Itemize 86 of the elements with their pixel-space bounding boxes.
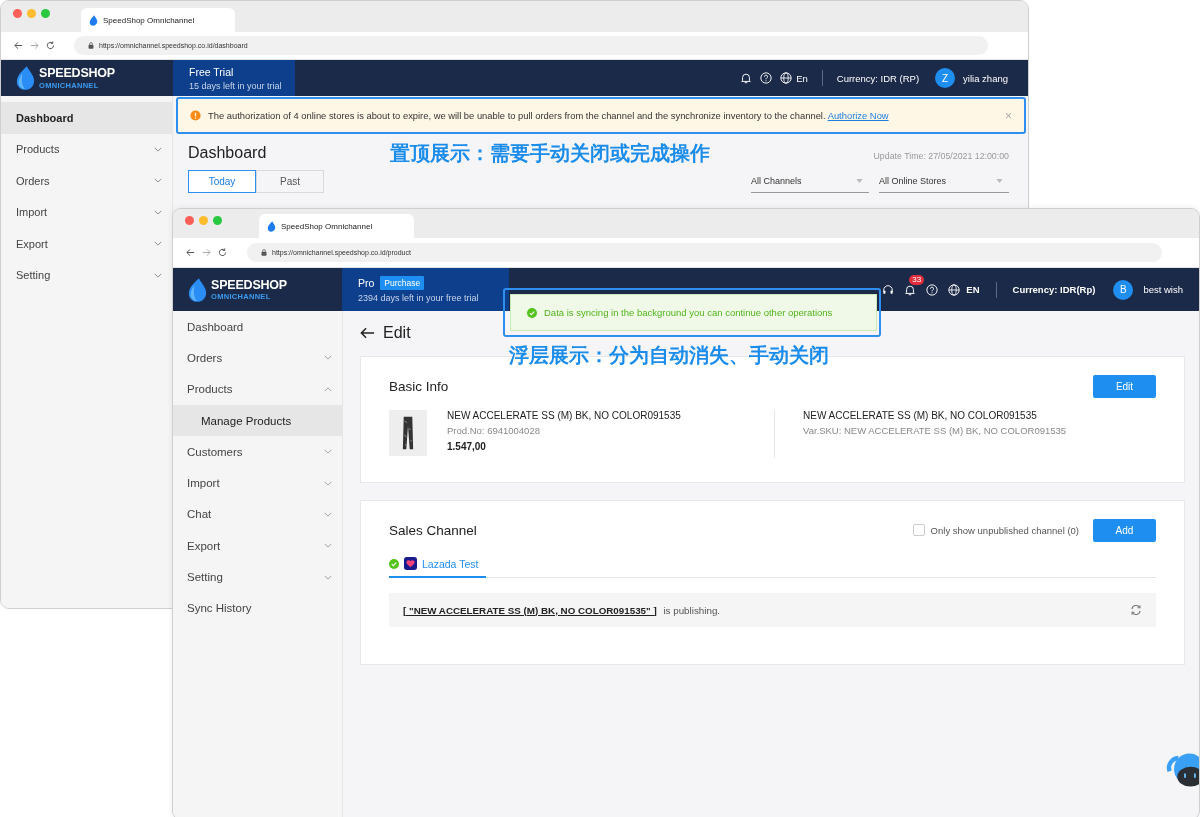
browser-tab[interactable]: SpeedShop Omnichannel [81, 8, 235, 32]
filter-select[interactable]: All Channels [751, 170, 869, 193]
sidebar-item[interactable]: Setting [173, 561, 342, 593]
product-link[interactable]: [ "NEW ACCELERATE SS (M) BK, NO COLOR091535" ] [403, 604, 657, 616]
warning-icon [190, 110, 201, 121]
back-arrow-icon[interactable] [14, 41, 23, 50]
product-number: Prod.No: 6941004028 [447, 425, 541, 436]
droplet-logo-icon [89, 14, 98, 26]
authorize-link[interactable]: Authorize Now [827, 110, 889, 121]
sidebar-item[interactable]: Dashboard [1, 102, 172, 134]
droplet-logo-icon [187, 277, 207, 302]
globe-icon[interactable] [780, 72, 793, 84]
annotation-text: 置顶展示：需要手动关闭或完成操作 [390, 141, 710, 166]
heart-store-icon [404, 557, 417, 570]
check-circle-icon [389, 558, 399, 569]
user-name[interactable]: yilia zhang [963, 72, 1008, 84]
caret-icon [856, 179, 863, 183]
maximize-dot-icon[interactable] [213, 216, 222, 225]
product-photo-placeholder [389, 410, 427, 456]
language-selector[interactable]: EN [966, 284, 980, 295]
currency-selector[interactable]: Currency: IDR(Rp) [1012, 284, 1096, 295]
sidebar-item[interactable]: Setting [1, 259, 172, 291]
annotation-text: 浮层展示：分为自动消失、手动关闭 [509, 343, 829, 368]
minimize-dot-icon[interactable] [27, 9, 36, 18]
close-dot-icon[interactable] [13, 9, 22, 18]
droplet-logo-icon [15, 66, 35, 90]
update-time: Update Time: 27/05/2021 12:00:00 [873, 151, 1009, 161]
maximize-dot-icon[interactable] [41, 9, 50, 18]
help-icon[interactable] [926, 283, 939, 296]
lock-icon [261, 249, 267, 256]
language-selector[interactable]: En [796, 72, 808, 84]
caret-icon [996, 179, 1003, 183]
page-title: Dashboard [188, 144, 267, 162]
variant-sku: Var.SKU: NEW ACCELERATE SS (M) BK, NO COLOR091535 [803, 425, 1067, 436]
plan-name: Pro [358, 277, 375, 289]
sidebar-item[interactable]: Products [1, 133, 172, 165]
toast-message: Data is syncing in the background you can continue other operations [544, 307, 833, 318]
trial-note: 15 days left in your trial [189, 80, 283, 91]
sidebar-item[interactable]: Dashboard [173, 311, 342, 343]
page-title: Edit [383, 324, 411, 342]
sidebar-item[interactable]: Import [173, 467, 342, 499]
globe-icon[interactable] [948, 283, 961, 296]
headset-icon[interactable] [882, 283, 895, 296]
bell-icon[interactable] [740, 72, 753, 84]
period-tab[interactable]: Today [188, 170, 256, 193]
product-name: NEW ACCELERATE SS (M) BK, NO COLOR091535 [447, 410, 681, 421]
sidebar-item[interactable]: Export [1, 228, 172, 260]
brand-name: SPEEDSHOP [211, 278, 287, 291]
close-dot-icon[interactable] [185, 216, 194, 225]
sidebar-item[interactable]: Orders [173, 342, 342, 374]
notification-count: 33 [909, 274, 925, 285]
sidebar-item[interactable]: Import [1, 196, 172, 228]
trial-note: 2394 days left in your free trial [358, 293, 480, 303]
plan-name: Free Trial [189, 65, 234, 78]
publishing-message: [ "NEW ACCELERATE SS (M) BK, NO COLOR091535" ] is publishing. [403, 604, 721, 616]
currency-selector[interactable]: Currency: IDR (RP) [836, 72, 920, 84]
sidebar-item[interactable]: Export [173, 530, 342, 562]
reload-icon[interactable] [46, 41, 55, 50]
back-arrow-icon[interactable] [186, 248, 195, 257]
back-arrow-icon[interactable] [360, 327, 375, 339]
product-price: 1.547,00 [447, 441, 487, 452]
sidebar-item[interactable]: Chat [173, 498, 342, 531]
refresh-icon[interactable] [1130, 604, 1142, 616]
period-tab[interactable]: Past [256, 170, 324, 193]
banner-message: The authorization of 4 online stores is about to expire, we will be unable to pull orders from the channel and the synchronize inventory to the channel. Authorize Now [208, 110, 890, 121]
variant-name: NEW ACCELERATE SS (M) BK, NO COLOR091535 [803, 410, 1038, 421]
section-title: Basic Info [389, 378, 449, 394]
minimize-dot-icon[interactable] [199, 216, 208, 225]
bell-icon[interactable] [904, 283, 917, 296]
sidebar-item[interactable]: Products [173, 373, 342, 405]
reload-icon[interactable] [218, 248, 227, 257]
channel-tab[interactable]: Lazada Test [389, 553, 487, 578]
section-title: Sales Channel [389, 522, 477, 538]
droplet-logo-icon [267, 220, 276, 232]
lock-icon [88, 42, 94, 49]
sidebar-item[interactable]: Customers [173, 436, 342, 468]
brand-name: SPEEDSHOP [39, 67, 115, 80]
user-name[interactable]: best wish [1143, 284, 1183, 295]
sidebar-item[interactable]: Sync History [173, 592, 342, 624]
help-icon[interactable] [760, 72, 773, 84]
check-circle-icon [527, 307, 537, 318]
unpublished-filter-checkbox[interactable]: Only show unpublished channel (0) [912, 524, 1079, 536]
filter-select[interactable]: All Online Stores [879, 170, 1009, 193]
sidebar-subitem[interactable]: Manage Products [173, 404, 342, 437]
browser-tab[interactable]: SpeedShop Omnichannel [259, 214, 414, 238]
sidebar-item[interactable]: Orders [1, 165, 172, 197]
